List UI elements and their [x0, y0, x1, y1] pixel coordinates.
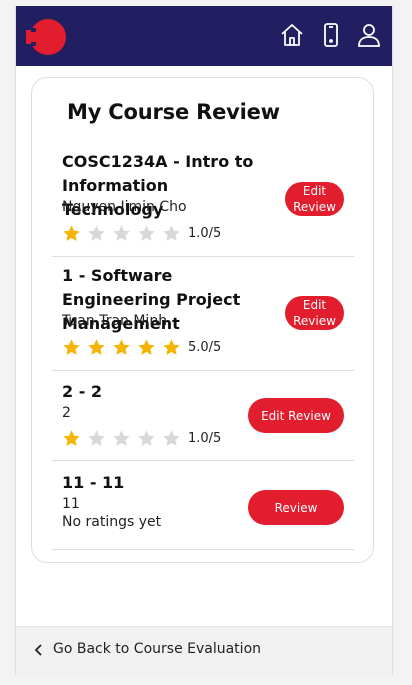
- review-item: 2 - 2 2 1.0/5 Edit Review: [52, 380, 354, 461]
- review-button[interactable]: Review: [248, 490, 344, 525]
- star-icon: [62, 338, 87, 357]
- rating-value: 1.0/5: [188, 225, 222, 241]
- lecturer-name: Tuan Tran Minh: [62, 313, 168, 329]
- edit-review-button[interactable]: Edit Review: [248, 398, 344, 433]
- course-title: 2 - 2: [62, 382, 103, 401]
- star-icon: [62, 224, 87, 243]
- edit-review-button[interactable]: Edit Review: [285, 296, 344, 330]
- lecturer-name: Nguyen Jimin Cho: [62, 199, 187, 215]
- red-cross-logo[interactable]: [26, 18, 68, 56]
- star-icon: [112, 338, 137, 357]
- star-icon: [112, 429, 137, 448]
- star-icon: [162, 338, 187, 357]
- user-icon[interactable]: [356, 22, 382, 48]
- star-rating: 5.0/5: [62, 337, 221, 357]
- star-rating: 1.0/5: [62, 223, 221, 243]
- back-to-course-evaluation-link[interactable]: Go Back to Course Evaluation: [53, 641, 261, 657]
- star-icon: [137, 429, 162, 448]
- rating-value: 5.0/5: [188, 339, 222, 355]
- top-navigation-bar: [16, 6, 392, 66]
- lecturer-name: 2: [62, 405, 71, 421]
- chevron-left-icon[interactable]: [34, 643, 44, 657]
- star-icon: [162, 429, 187, 448]
- edit-review-button[interactable]: Edit Review: [285, 182, 344, 216]
- star-icon: [162, 224, 187, 243]
- home-icon[interactable]: [279, 22, 305, 48]
- star-icon: [112, 224, 137, 243]
- star-icon: [137, 338, 162, 357]
- mobile-icon[interactable]: [318, 22, 344, 48]
- star-rating: 1.0/5: [62, 428, 221, 448]
- lecturer-name: 11: [62, 496, 80, 512]
- rating-value: 1.0/5: [188, 430, 222, 446]
- no-ratings-text: No ratings yet: [62, 514, 162, 530]
- star-icon: [87, 338, 112, 357]
- star-icon: [137, 224, 162, 243]
- course-review-card: My Course Review COSC1234A - Intro to In…: [31, 77, 374, 563]
- review-item: COSC1234A - Intro to Information Technol…: [52, 150, 354, 257]
- review-item: 11 - 11 11 No ratings yet Review: [52, 471, 354, 550]
- star-icon: [62, 429, 87, 448]
- review-item: 1 - Software Engineering Project Managem…: [52, 264, 354, 371]
- course-title: 11 - 11: [62, 473, 125, 492]
- star-icon: [87, 224, 112, 243]
- page-title: My Course Review: [67, 100, 280, 124]
- star-icon: [87, 429, 112, 448]
- app-screen: My Course Review COSC1234A - Intro to In…: [15, 6, 393, 676]
- footer-bar: Go Back to Course Evaluation: [16, 626, 392, 676]
